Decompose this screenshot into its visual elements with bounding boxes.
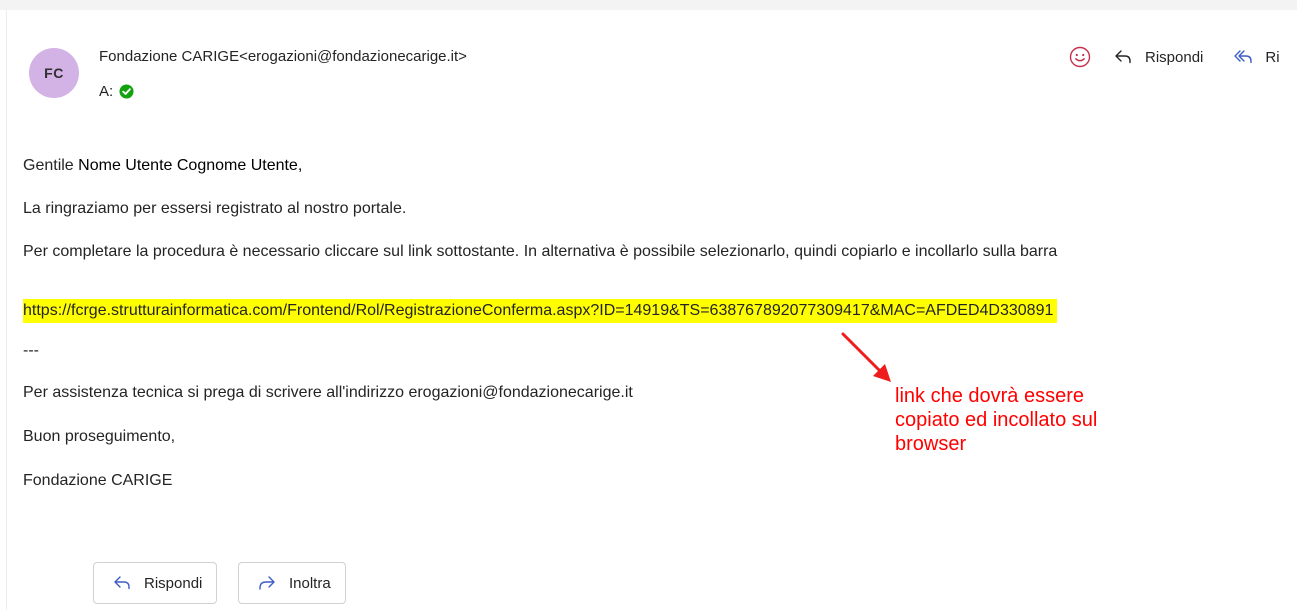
greeting-prefix: Gentile — [23, 157, 74, 174]
annotation-arrow-icon — [841, 332, 891, 382]
emoji-reaction-icon[interactable] — [1069, 46, 1091, 68]
greeting-name: Nome Utente Cognome Utente, — [78, 157, 303, 174]
recipient-row: A: — [99, 83, 134, 100]
signature: Fondazione CARIGE — [23, 472, 173, 489]
reply-all-icon — [1234, 50, 1253, 64]
reply-icon — [1115, 50, 1131, 64]
reply-all-button[interactable]: Ri — [1233, 47, 1280, 67]
confirmation-link[interactable]: https://fcrge.strutturainformatica.com/F… — [23, 299, 1058, 323]
reply-icon — [114, 576, 130, 590]
footer-reply-label: Rispondi — [144, 574, 203, 592]
forward-icon — [259, 576, 275, 590]
sender-address[interactable]: Fondazione CARIGE<erogazioni@fondazionec… — [99, 48, 467, 65]
thanks-line: La ringraziamo per essersi registrato al… — [23, 200, 407, 217]
reply-all-button-label: Ri — [1265, 48, 1280, 66]
greeting-line: Gentile Nome Utente Cognome Utente, — [23, 157, 302, 175]
to-label: A: — [99, 83, 114, 100]
separator: --- — [23, 342, 39, 359]
footer-forward-button[interactable]: Inoltra — [238, 562, 346, 604]
verified-check-icon[interactable] — [119, 84, 134, 99]
header-actions: Rispondi Ri — [1069, 46, 1297, 68]
sender-avatar[interactable]: FC — [29, 48, 79, 98]
annotation-line-3: browser — [895, 433, 967, 455]
avatar-initials: FC — [44, 65, 64, 81]
footer-reply-button[interactable]: Rispondi — [93, 562, 218, 604]
reply-button-label: Rispondi — [1145, 48, 1204, 66]
email-message: FC Fondazione CARIGE<erogazioni@fondazio… — [6, 10, 1297, 610]
top-strip — [0, 0, 1297, 10]
support-line: Per assistenza tecnica si prega di scriv… — [23, 384, 633, 401]
annotation-line-1: link che dovrà essere — [895, 385, 1084, 407]
closing-line: Buon proseguimento, — [23, 428, 176, 445]
instructions-line: Per completare la procedura è necessario… — [23, 243, 1058, 260]
annotation-note: link che dovrà essere copiato ed incolla… — [895, 384, 1195, 456]
annotation-line-2: copiato ed incollato sul — [895, 409, 1098, 431]
reply-button[interactable]: Rispondi — [1113, 47, 1203, 67]
footer-forward-label: Inoltra — [289, 574, 331, 592]
